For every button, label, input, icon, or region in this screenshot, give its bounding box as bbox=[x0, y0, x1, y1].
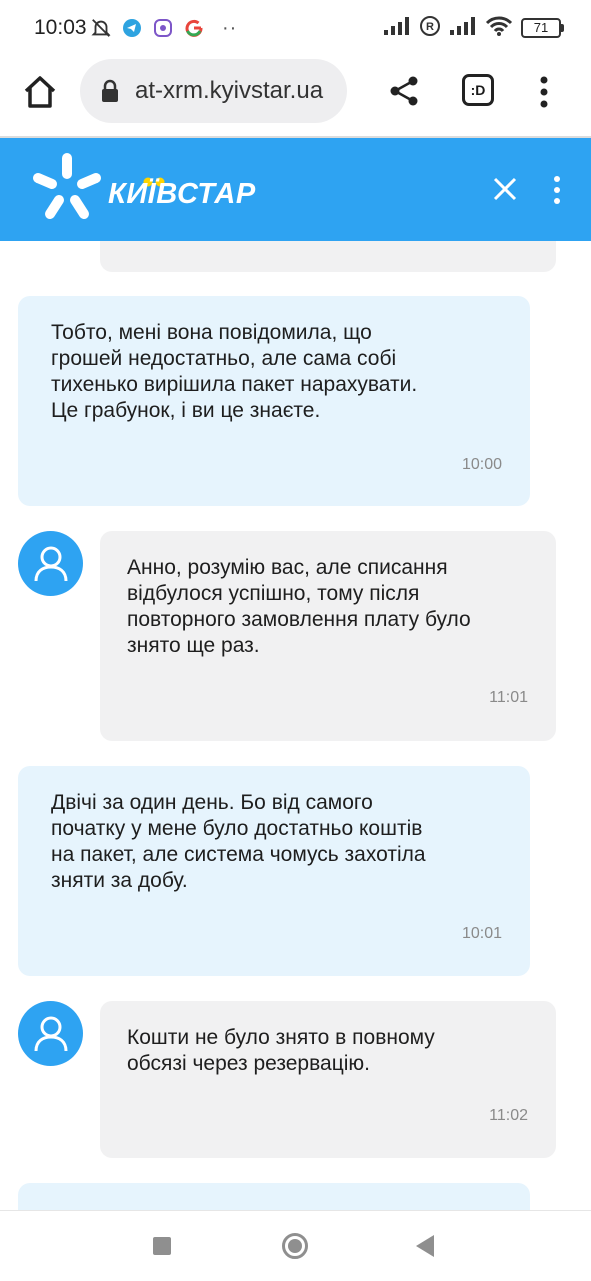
google-icon bbox=[183, 17, 205, 39]
mute-icon bbox=[90, 17, 112, 39]
url-text: at-xrm.kyivstar.ua bbox=[135, 77, 324, 104]
message-text: Анно, розумію вас, але списання відбулос… bbox=[127, 556, 471, 657]
message-text: Двічі за один день. Бо від самого початк… bbox=[51, 791, 426, 892]
agent-avatar bbox=[18, 1001, 83, 1066]
system-navigation-bar bbox=[0, 1210, 591, 1281]
home-icon[interactable] bbox=[20, 72, 60, 112]
message-time: 11:01 bbox=[489, 689, 528, 706]
wifi-icon bbox=[485, 15, 513, 42]
svg-text:R: R bbox=[426, 21, 434, 33]
close-icon[interactable] bbox=[492, 176, 518, 202]
system-icons: R 71 bbox=[383, 14, 564, 42]
tabs-button[interactable]: :D bbox=[462, 74, 494, 106]
user-message: Тобто, мені вона повідомила, що грошей н… bbox=[18, 296, 530, 506]
message-time: 10:00 bbox=[461, 456, 502, 473]
user-message: Двічі за один день. Бо від самого початк… bbox=[18, 766, 530, 976]
status-bar: 10:03 ·· R 71 bbox=[0, 0, 591, 56]
back-button[interactable] bbox=[416, 1235, 434, 1257]
chat-header: КИЇВСТАР bbox=[0, 138, 591, 241]
agent-message: Кошти не було знято в повному обсязі чер… bbox=[100, 1001, 556, 1158]
chat-messages[interactable]: Тобто, мені вона повідомила, що грошей н… bbox=[0, 241, 591, 1210]
agent-avatar bbox=[18, 531, 83, 596]
message-time: 10:01 bbox=[461, 925, 502, 942]
message-time: 11:02 bbox=[489, 1107, 528, 1124]
kyivstar-logo-icon bbox=[30, 152, 104, 229]
recent-apps-button[interactable] bbox=[153, 1237, 171, 1255]
signal-2-icon bbox=[449, 16, 477, 41]
status-time: 10:03 bbox=[34, 16, 87, 39]
browser-menu-icon[interactable] bbox=[532, 74, 556, 110]
browser-toolbar: at-xrm.kyivstar.ua :D bbox=[0, 56, 591, 136]
signal-icon bbox=[383, 16, 411, 41]
lock-icon bbox=[100, 79, 120, 108]
agent-message-partial bbox=[100, 241, 556, 272]
viber-icon bbox=[152, 17, 174, 39]
address-bar[interactable]: at-xrm.kyivstar.ua bbox=[80, 59, 347, 123]
home-button[interactable] bbox=[282, 1233, 308, 1259]
chat-menu-icon[interactable] bbox=[550, 174, 564, 206]
share-icon[interactable] bbox=[387, 74, 423, 110]
battery-icon: 71 bbox=[521, 18, 564, 38]
message-text: Тобто, мені вона повідомила, що грошей н… bbox=[51, 321, 418, 422]
brand-name: КИЇВСТАР bbox=[108, 178, 256, 210]
roaming-icon: R bbox=[419, 15, 441, 42]
user-message-partial bbox=[18, 1183, 530, 1210]
notification-icons: ·· bbox=[90, 14, 237, 42]
more-notifications-icon: ·· bbox=[222, 16, 238, 39]
message-text: Кошти не було знято в повному обсязі чер… bbox=[127, 1026, 435, 1075]
agent-message: Анно, розумію вас, але списання відбулос… bbox=[100, 531, 556, 741]
telegram-icon bbox=[121, 17, 143, 39]
